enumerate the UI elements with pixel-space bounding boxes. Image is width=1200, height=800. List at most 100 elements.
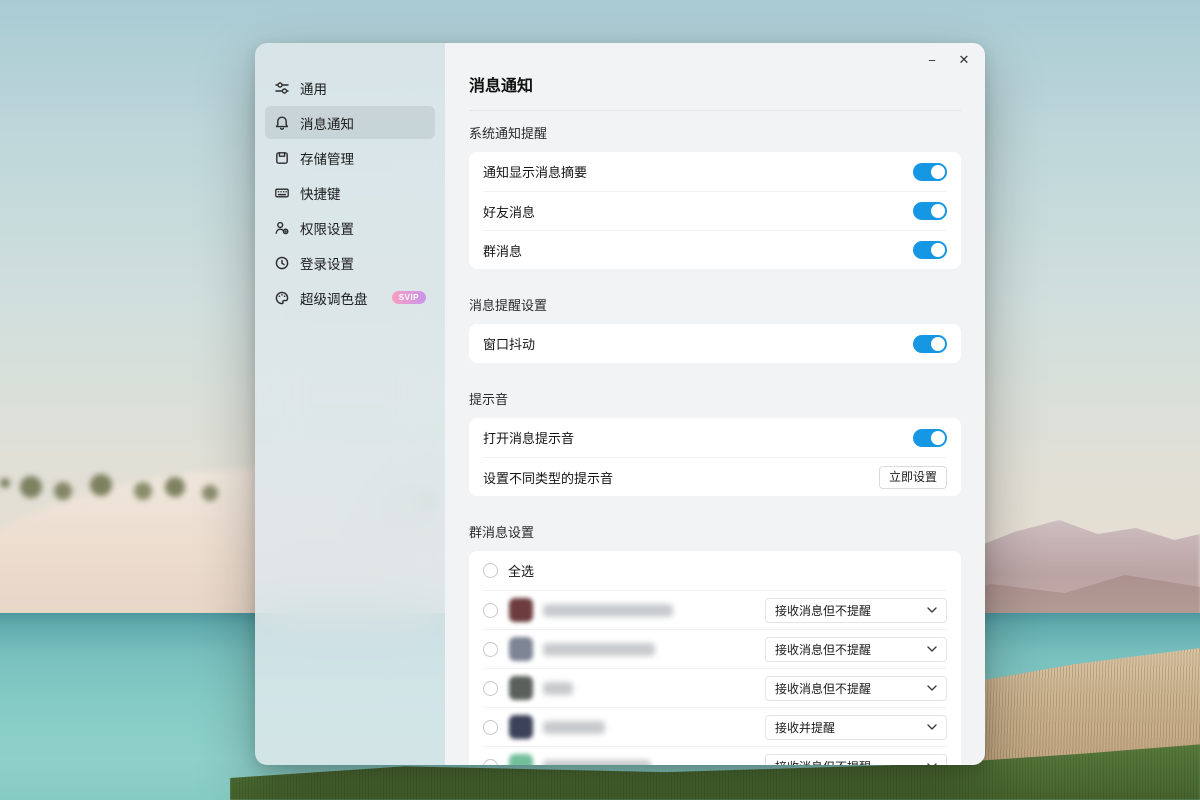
sidebar-item-palette[interactable]: 超级调色盘 SVIP (265, 281, 435, 314)
chevron-down-icon (927, 685, 937, 691)
setting-label: 好友消息 (483, 202, 913, 221)
toggle-knob (931, 337, 945, 351)
toggle-message-sound[interactable] (913, 429, 947, 447)
settings-content: − ✕ 消息通知 系统通知提醒 通知显示消息摘要 好友消息 群消息 (445, 43, 985, 765)
section-label-group: 群消息设置 (469, 522, 961, 541)
group-select-radio[interactable] (483, 759, 498, 766)
group-notify-dropdown[interactable]: 接收消息但不提醒 (765, 754, 947, 766)
group-avatar (509, 637, 533, 661)
person-gear-icon (274, 220, 290, 236)
sidebar-item-label: 消息通知 (300, 113, 354, 133)
sidebar-item-label: 权限设置 (300, 218, 354, 238)
group-notify-dropdown[interactable]: 接收消息但不提醒 (765, 676, 947, 701)
toggle-knob (931, 204, 945, 218)
close-button[interactable]: ✕ (951, 49, 977, 71)
sidebar-item-shortcuts[interactable]: 快捷键 (265, 176, 435, 209)
dropdown-value: 接收并提醒 (775, 719, 835, 736)
group-avatar (509, 598, 533, 622)
group-select-radio[interactable] (483, 603, 498, 618)
sidebar-item-storage[interactable]: 存储管理 (265, 141, 435, 174)
group-name-blurred (543, 643, 655, 656)
group-name-blurred (543, 721, 605, 734)
setting-label: 群消息 (483, 241, 913, 260)
title-divider (469, 110, 961, 111)
setting-row: 窗口抖动 (483, 324, 947, 363)
sidebar-item-notifications[interactable]: 消息通知 (265, 106, 435, 139)
group-name-blurred (543, 682, 573, 695)
card-group-settings: 全选 接收消息但不提醒 接收消息但不提醒 (469, 551, 961, 765)
setup-now-button[interactable]: 立即设置 (879, 466, 947, 489)
toggle-group-messages[interactable] (913, 241, 947, 259)
wallpaper-shrubs (0, 478, 10, 488)
group-select-radio[interactable] (483, 720, 498, 735)
sidebar-item-label: 存储管理 (300, 148, 354, 168)
setting-row: 好友消息 (483, 191, 947, 230)
setting-row: 设置不同类型的提示音 立即设置 (483, 457, 947, 496)
select-all-radio[interactable] (483, 563, 498, 578)
setting-label: 打开消息提示音 (483, 428, 913, 447)
settings-window: 通用 消息通知 存储管理 (255, 43, 985, 765)
select-all-row: 全选 (483, 551, 947, 590)
chevron-down-icon (927, 646, 937, 652)
sidebar-item-label: 通用 (300, 78, 327, 98)
group-row: 接收消息但不提醒 (483, 746, 947, 765)
sidebar-item-label: 超级调色盘 (300, 288, 368, 308)
dropdown-value: 接收消息但不提醒 (775, 641, 871, 658)
setting-row: 通知显示消息摘要 (483, 152, 947, 191)
card-sound-settings: 打开消息提示音 设置不同类型的提示音 立即设置 (469, 418, 961, 496)
dropdown-value: 接收消息但不提醒 (775, 602, 871, 619)
chevron-down-icon (927, 724, 937, 730)
group-name-blurred (543, 604, 673, 617)
toggle-window-shake[interactable] (913, 335, 947, 353)
sidebar-item-label: 快捷键 (300, 183, 341, 203)
sidebar-item-login[interactable]: 登录设置 (265, 246, 435, 279)
toggle-knob (931, 165, 945, 179)
toggle-knob (931, 431, 945, 445)
group-avatar (509, 715, 533, 739)
sliders-icon (274, 80, 290, 96)
section-label-sound: 提示音 (469, 389, 961, 408)
minimize-button[interactable]: − (919, 49, 945, 71)
group-row: 接收消息但不提醒 (483, 590, 947, 629)
group-notify-dropdown[interactable]: 接收消息但不提醒 (765, 598, 947, 623)
setting-label: 通知显示消息摘要 (483, 162, 913, 181)
group-select-radio[interactable] (483, 642, 498, 657)
group-row: 接收消息但不提醒 (483, 629, 947, 668)
keyboard-icon (274, 185, 290, 201)
setting-label: 设置不同类型的提示音 (483, 468, 879, 487)
sidebar-item-general[interactable]: 通用 (265, 71, 435, 104)
window-controls: − ✕ (919, 49, 977, 71)
clock-icon (274, 255, 290, 271)
sidebar-item-permissions[interactable]: 权限设置 (265, 211, 435, 244)
settings-sidebar: 通用 消息通知 存储管理 (255, 43, 445, 765)
group-notify-dropdown[interactable]: 接收消息但不提醒 (765, 637, 947, 662)
toggle-show-summary[interactable] (913, 163, 947, 181)
card-system-notifications: 通知显示消息摘要 好友消息 群消息 (469, 152, 961, 269)
palette-icon (274, 290, 290, 306)
toggle-knob (931, 243, 945, 257)
page-title: 消息通知 (469, 43, 961, 96)
bell-icon (274, 115, 290, 131)
card-remind-settings: 窗口抖动 (469, 324, 961, 363)
setting-row: 打开消息提示音 (483, 418, 947, 457)
group-name-blurred (543, 760, 651, 766)
section-label-system: 系统通知提醒 (469, 123, 961, 142)
group-notify-dropdown[interactable]: 接收并提醒 (765, 715, 947, 740)
select-all-label: 全选 (508, 561, 534, 580)
setting-row: 群消息 (483, 230, 947, 269)
dropdown-value: 接收消息但不提醒 (775, 680, 871, 697)
chevron-down-icon (927, 607, 937, 613)
setting-label: 窗口抖动 (483, 334, 913, 353)
group-select-radio[interactable] (483, 681, 498, 696)
toggle-friend-messages[interactable] (913, 202, 947, 220)
group-avatar (509, 754, 533, 765)
desktop-wallpaper: 通用 消息通知 存储管理 (0, 0, 1200, 800)
group-row: 接收消息但不提醒 (483, 668, 947, 707)
chevron-down-icon (927, 763, 937, 765)
sidebar-item-label: 登录设置 (300, 253, 354, 273)
dropdown-value: 接收消息但不提醒 (775, 758, 871, 766)
section-label-remind: 消息提醒设置 (469, 295, 961, 314)
svip-badge: SVIP (392, 291, 426, 304)
group-avatar (509, 676, 533, 700)
group-row: 接收并提醒 (483, 707, 947, 746)
